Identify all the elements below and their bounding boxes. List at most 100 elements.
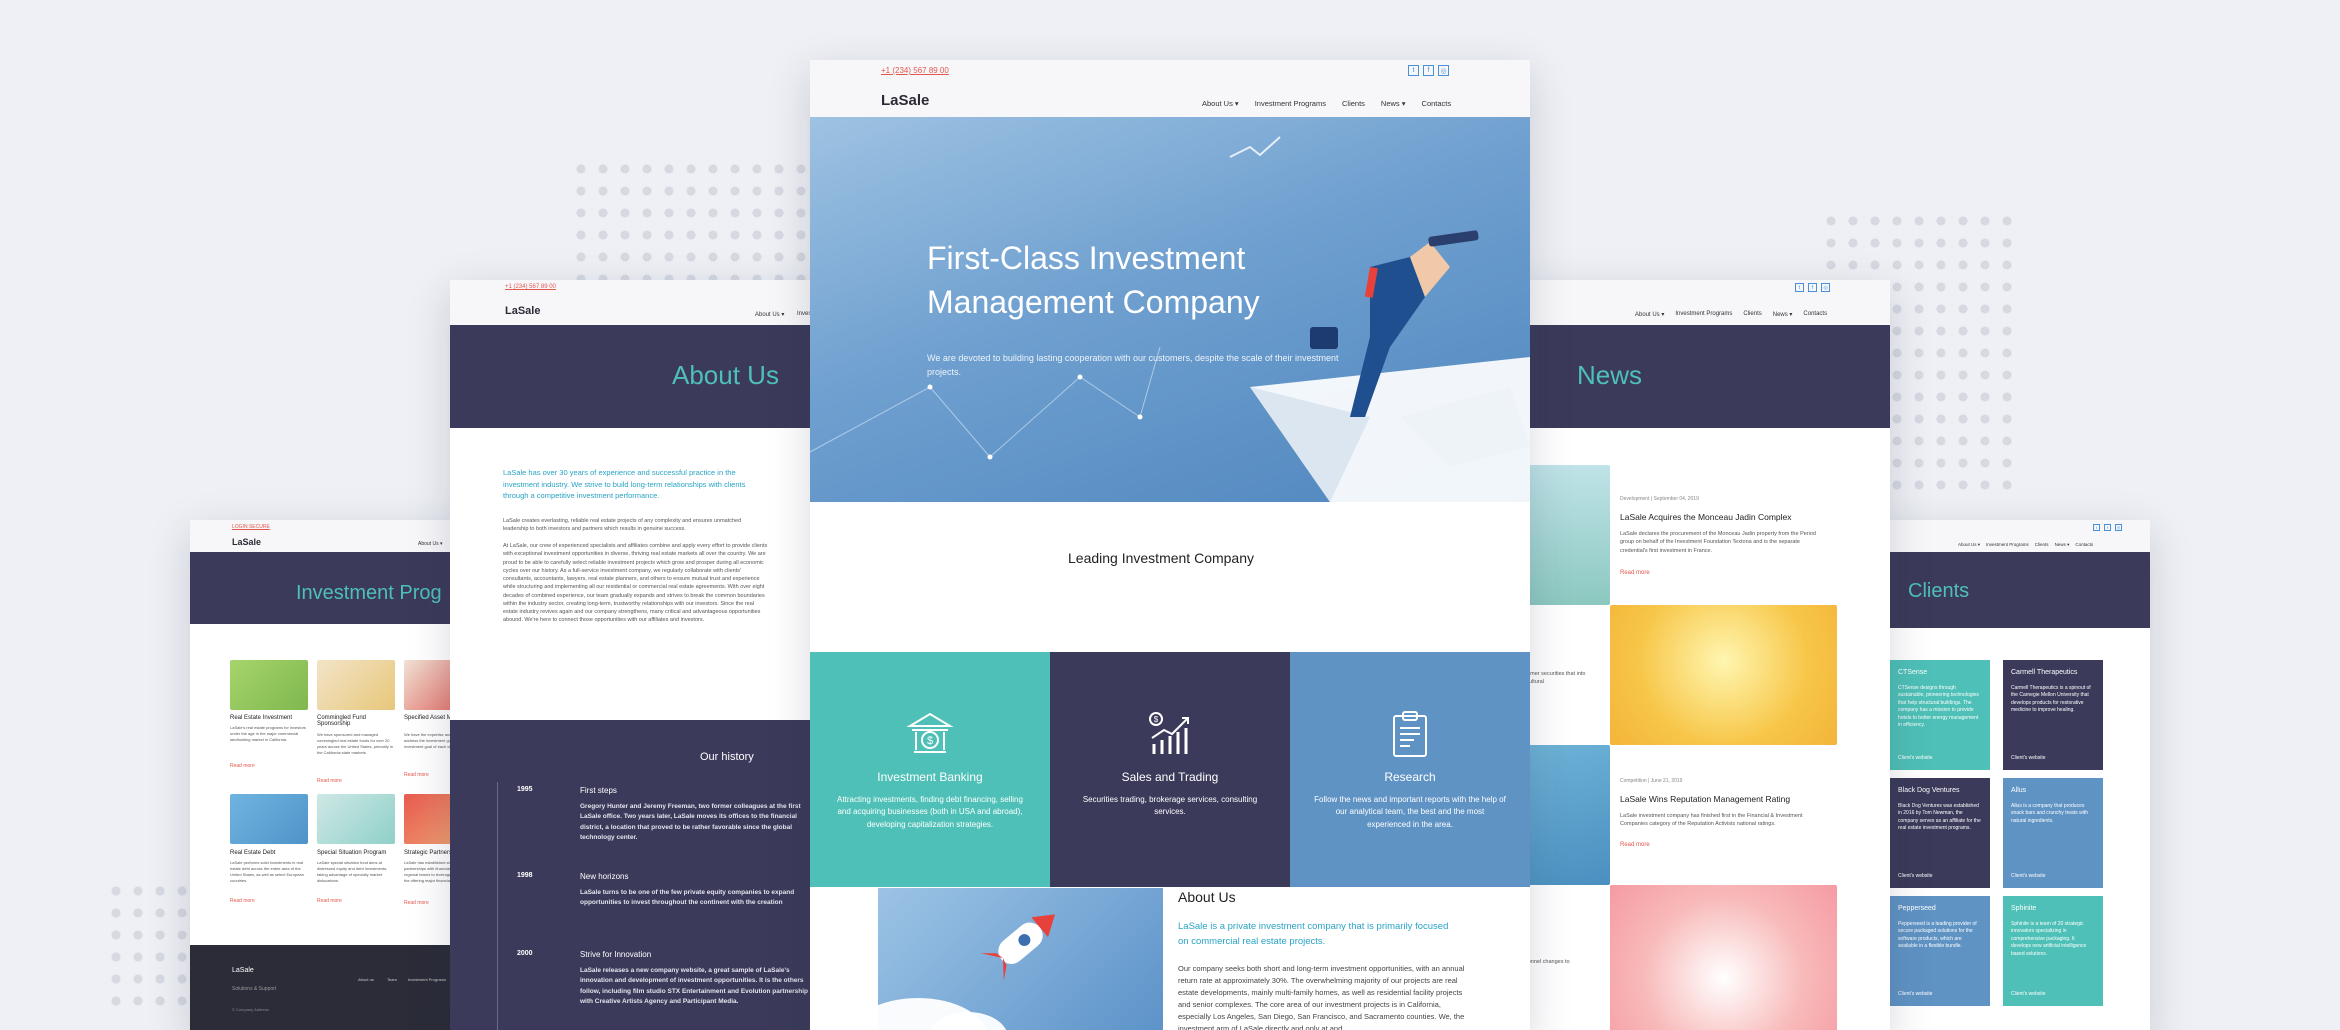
program-text-5: LaSale special situation fund aims at di… [317, 860, 388, 883]
client-link[interactable]: Client's website [1898, 755, 1933, 763]
read-more-link-3[interactable]: Read more [404, 772, 429, 778]
footer-logo[interactable]: LaSale [232, 967, 254, 974]
instagram-icon[interactable]: ◎ [1438, 65, 1449, 76]
logo[interactable]: LaSale [881, 92, 929, 109]
client-card-6[interactable]: Sphinite Sphinite is a team of 20 strateg… [2003, 896, 2103, 1006]
social-links: t f ◎ [1408, 65, 1449, 76]
svg-text:$: $ [927, 735, 933, 747]
program-text-4: LaSale performs solid investments in rea… [230, 860, 304, 883]
history-heading: Our history [700, 751, 754, 763]
nav-news[interactable]: News ▾ [2055, 542, 2070, 548]
client-card-1[interactable]: CTSense CTSense designs through sustainab… [1890, 660, 1990, 770]
client-card-4[interactable]: Allus Allus is a company that produces sn… [2003, 778, 2103, 888]
service-card-investment-banking[interactable]: $ Investment Banking Attracting investme… [810, 652, 1050, 887]
footer-link-about[interactable]: About us [358, 977, 374, 982]
program-title-2[interactable]: Commingled Fund Sponsorship [317, 715, 395, 727]
facebook-icon[interactable]: f [1808, 283, 1817, 292]
hero-subtitle-line-2: projects. [927, 367, 962, 377]
footer-subtitle: Solutions & Support [232, 986, 277, 992]
login-link[interactable]: LOGIN SECURE [232, 524, 270, 530]
nav-about[interactable]: About Us ▾ [755, 311, 784, 318]
hero-subtitle-line-1: We are devoted to building lasting coope… [927, 353, 1339, 363]
news-image-2[interactable] [1610, 605, 1837, 745]
nav-news[interactable]: News ▾ [1773, 311, 1793, 318]
read-more-link-1[interactable]: Read more [230, 763, 255, 769]
read-more-link-2[interactable]: Read more [1620, 842, 1650, 848]
nav-programs[interactable]: Investment Programs [1255, 99, 1326, 108]
nav-programs[interactable]: Investment Programs [1986, 542, 2029, 548]
footer-link-team[interactable]: Team [387, 977, 397, 982]
about-paragraph-2: At LaSale, our crew of experienced speci… [503, 543, 768, 624]
program-title-5[interactable]: Special Situation Program [317, 850, 386, 856]
phone-link[interactable]: +1 (234) 567 89 00 [881, 66, 949, 75]
service-title: Research [1384, 770, 1436, 784]
about-lead-line-1: LaSale is a private investment company t… [1178, 921, 1449, 932]
client-link[interactable]: Client's website [1898, 873, 1933, 881]
nav-about[interactable]: About Us ▾ [418, 541, 442, 547]
program-title-1[interactable]: Real Estate Investment [230, 715, 292, 721]
read-more-link-5[interactable]: Read more [317, 898, 342, 904]
client-text: Pepperseed is a leading provider of secu… [1898, 920, 1977, 950]
about-lead: LaSale has over 30 years of experience a… [503, 468, 746, 501]
rocket-icon [878, 914, 1056, 1030]
client-text: Black Dog Ventures was established in 20… [1898, 802, 1981, 832]
client-card-3[interactable]: Black Dog Ventures Black Dog Ventures was… [1890, 778, 1990, 888]
news-image-4[interactable] [1610, 885, 1837, 1030]
nav-about[interactable]: About Us ▾ [1202, 99, 1239, 108]
banner-title: Clients [1908, 580, 1970, 602]
client-link[interactable]: Client's website [2011, 873, 2046, 881]
phone-link[interactable]: +1 (234) 567 89 00 [505, 284, 556, 290]
history-text-3: LaSale releases a new company website, a… [580, 967, 808, 1006]
nav-clients[interactable]: Clients [2035, 542, 2049, 548]
read-more-link-1[interactable]: Read more [1620, 570, 1650, 576]
client-link[interactable]: Client's website [2011, 991, 2046, 999]
nav-contacts[interactable]: Contacts [2075, 542, 2093, 548]
news-text-2: LaSale investment company has finished f… [1620, 813, 1803, 828]
instagram-icon[interactable]: ◎ [1821, 283, 1830, 292]
twitter-icon[interactable]: t [1795, 283, 1804, 292]
clients-page-mockup: t f ◎ About Us ▾ Investment Programs Cli… [1850, 520, 2150, 1030]
instagram-icon[interactable]: ◎ [2115, 524, 2122, 531]
svg-text:$: $ [1154, 715, 1159, 724]
facebook-icon[interactable]: f [1423, 65, 1434, 76]
nav-about[interactable]: About Us ▾ [1635, 311, 1664, 318]
client-link[interactable]: Client's website [2011, 755, 2046, 763]
service-card-research[interactable]: Research Follow the news and important r… [1290, 652, 1530, 887]
client-card-2[interactable]: Carmell Therapeutics Carmell Therapeutics… [2003, 660, 2103, 770]
nav-news[interactable]: News ▾ [1381, 99, 1406, 108]
program-title-4[interactable]: Real Estate Debt [230, 850, 275, 856]
program-thumb-1[interactable] [230, 660, 308, 710]
program-thumb-2[interactable] [317, 660, 395, 710]
nav-contacts[interactable]: Contacts [1422, 99, 1452, 108]
twitter-icon[interactable]: t [2093, 524, 2100, 531]
logo[interactable]: LaSale [232, 537, 261, 547]
twitter-icon[interactable]: t [1408, 65, 1419, 76]
program-thumb-4[interactable] [230, 794, 308, 844]
hero-section: First-Class Investment Management Compan… [810, 117, 1530, 502]
news-text-1: LaSale declares the procurement of the M… [1620, 531, 1816, 554]
client-link[interactable]: Client's website [1898, 991, 1933, 999]
news-title-2[interactable]: LaSale Wins Reputation Management Rating [1620, 794, 1790, 804]
logo[interactable]: LaSale [505, 305, 540, 317]
nav-about[interactable]: About Us ▾ [1958, 542, 1980, 548]
read-more-link-6[interactable]: Read more [404, 900, 429, 906]
news-title-1[interactable]: LaSale Acquires the Monceau Jadin Comple… [1620, 512, 1792, 522]
history-text-1: Gregory Hunter and Jeremy Freeman, two f… [580, 803, 801, 842]
nav-programs[interactable]: Investment Programs [1675, 311, 1732, 318]
facebook-icon[interactable]: f [2104, 524, 2111, 531]
social-links: t f ◎ [1795, 283, 1830, 292]
nav-clients[interactable]: Clients [1342, 99, 1365, 108]
history-year-3: 2000 [517, 950, 533, 957]
read-more-link-4[interactable]: Read more [230, 898, 255, 904]
service-card-sales-trading[interactable]: $ Sales and Trading Securities trading, … [1050, 652, 1290, 887]
news-meta-1: Development | September 04, 2019 [1620, 496, 1699, 502]
program-thumb-5[interactable] [317, 794, 395, 844]
client-card-5[interactable]: Pepperseed Pepperseed is a leading provid… [1890, 896, 1990, 1006]
read-more-link-2[interactable]: Read more [317, 778, 342, 784]
nav-clients[interactable]: Clients [1743, 311, 1761, 318]
news-page-mockup: t f ◎ About Us ▾ Investment Programs Cli… [1515, 280, 1890, 1030]
footer-link-programs[interactable]: Investment Programs [408, 977, 446, 982]
background-dots-bottom-left [105, 880, 195, 1010]
nav-contacts[interactable]: Contacts [1803, 311, 1827, 318]
timeline-line [497, 782, 498, 1030]
